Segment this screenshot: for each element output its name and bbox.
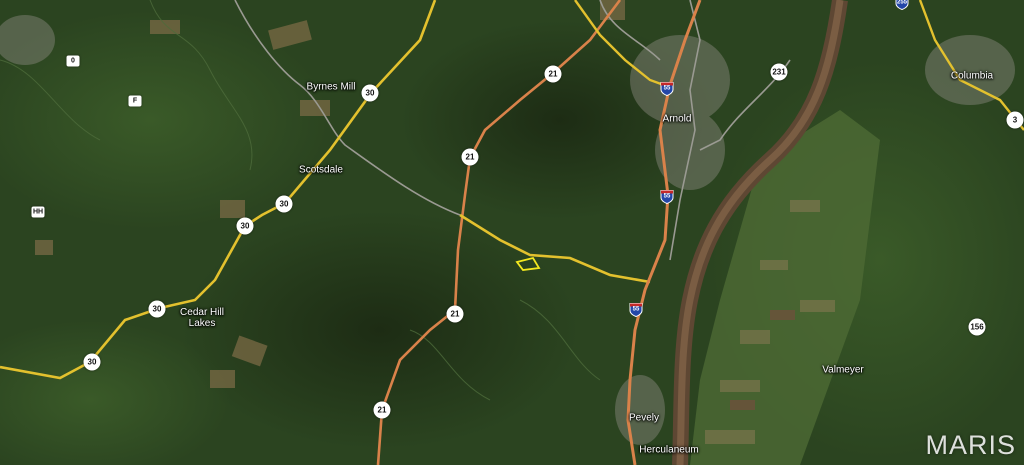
route-30-shield[interactable]: 30 — [361, 84, 379, 102]
interstate-55-number: 55 — [663, 85, 671, 92]
interstate-55-shield[interactable]: 55 — [629, 303, 643, 318]
label-valmeyer: Valmeyer — [822, 364, 864, 376]
interstate-55-number: 55 — [632, 306, 640, 313]
interstate-255-number: 255 — [896, 0, 907, 6]
route-hh-shield[interactable]: HH — [31, 206, 45, 218]
label-scotsdale: Scotsdale — [299, 164, 343, 176]
route-21-shield[interactable]: 21 — [461, 148, 479, 166]
route-30-shield[interactable]: 30 — [275, 195, 293, 213]
label-cedar-hill-lakes: Cedar Hill Lakes — [180, 307, 224, 329]
label-arnold: Arnold — [662, 113, 692, 125]
satellite-map[interactable]: Byrnes Mill Scotsdale Cedar Hill Lakes A… — [0, 0, 1024, 465]
maris-logo: MARIS — [925, 430, 1016, 460]
interstate-55-number: 55 — [663, 193, 671, 200]
label-cedar-hill-lakes-line1: Cedar Hill — [180, 307, 224, 318]
route-f-shield[interactable]: F — [128, 95, 142, 107]
label-cedar-hill-lakes-line2: Lakes — [188, 318, 216, 329]
map-terrain — [0, 0, 1024, 465]
route-0-shield[interactable]: 0 — [66, 55, 80, 67]
interstate-55-shield[interactable]: 55 — [660, 82, 674, 97]
label-byrnes-mill: Byrnes Mill — [306, 81, 356, 93]
route-21-shield[interactable]: 21 — [544, 65, 562, 83]
route-21-shield[interactable]: 21 — [373, 401, 391, 419]
label-columbia: Columbia — [950, 70, 994, 82]
interstate-55-shield[interactable]: 55 — [660, 190, 674, 205]
label-pevely: Pevely — [628, 412, 660, 424]
route-30-shield[interactable]: 30 — [236, 217, 254, 235]
label-herculaneum: Herculaneum — [639, 444, 699, 456]
interstate-255-shield[interactable]: 255 — [895, 0, 909, 11]
route-21-shield[interactable]: 21 — [446, 305, 464, 323]
route-3-shield[interactable]: 3 — [1006, 111, 1024, 129]
route-231-shield[interactable]: 231 — [770, 63, 788, 81]
route-156-shield[interactable]: 156 — [968, 318, 986, 336]
route-30-shield[interactable]: 30 — [83, 353, 101, 371]
route-30-shield[interactable]: 30 — [148, 300, 166, 318]
